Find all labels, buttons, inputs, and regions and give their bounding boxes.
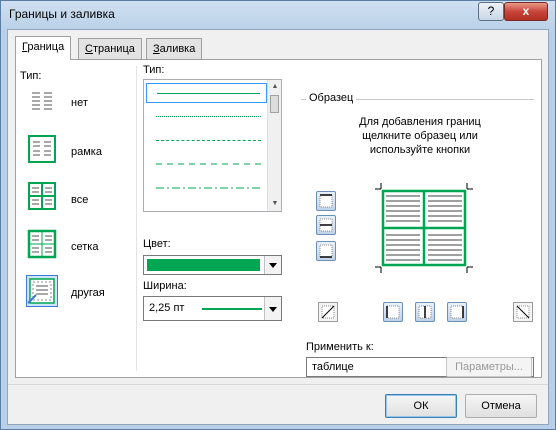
border-top-icon [319, 194, 333, 208]
preview-label: Образец [306, 92, 357, 104]
border-custom-icon [27, 278, 55, 304]
border-diagonal-up-icon [321, 305, 335, 319]
title-bar: Границы и заливка ? x [1, 1, 555, 29]
setting-custom-button[interactable] [26, 275, 58, 307]
setting-grid-button[interactable] [26, 228, 58, 260]
width-value: 2,25 пт [149, 302, 185, 314]
border-left-icon [386, 305, 400, 319]
diagonal-up-border-button[interactable] [318, 302, 338, 322]
apply-to-label: Применить к: [306, 341, 374, 353]
table-preview-icon [375, 183, 473, 273]
diagonal-down-border-button[interactable] [513, 302, 533, 322]
dialog-window: Границы и заливка ? x Граница Страница З… [0, 0, 556, 430]
inside-horizontal-border-button[interactable] [316, 215, 336, 235]
tab-shading[interactable]: Заливка [146, 38, 203, 59]
close-button[interactable]: x [504, 2, 548, 21]
border-box-icon [28, 135, 56, 163]
setting-none-label: нет [71, 97, 88, 109]
color-swatch [147, 259, 260, 271]
color-dropdown[interactable] [143, 255, 282, 275]
setting-custom-label: другая [71, 287, 105, 299]
border-grid-icon [27, 229, 57, 259]
width-label: Ширина: [143, 280, 187, 292]
tab-borders[interactable]: Граница [15, 36, 72, 60]
footer-separator [8, 384, 548, 385]
options-button[interactable]: Параметры... [446, 357, 532, 377]
line-style-small-dash[interactable] [146, 131, 267, 151]
chevron-down-icon[interactable] [264, 256, 281, 274]
border-preview-sample[interactable] [374, 182, 474, 274]
setting-label: Тип: [20, 70, 42, 82]
scroll-thumb[interactable] [270, 95, 279, 113]
line-style-dash[interactable] [146, 155, 267, 175]
line-style-dotted[interactable] [146, 107, 267, 127]
line-style-dash-dot[interactable] [146, 179, 267, 199]
bottom-border-button[interactable] [316, 241, 336, 261]
line-style-sample [156, 116, 261, 117]
tab-page-border[interactable]: Страница [78, 38, 142, 59]
border-inside-horizontal-icon [319, 218, 333, 232]
border-none-icon [32, 92, 52, 110]
setting-box-label: рамка [71, 146, 102, 158]
line-style-list[interactable]: ▲ ▼ [143, 79, 282, 212]
apply-to-value: таблице [312, 361, 354, 373]
width-dropdown[interactable]: 2,25 пт [143, 296, 282, 321]
window-title: Границы и заливка [9, 7, 115, 21]
right-border-button[interactable] [447, 302, 467, 322]
border-right-icon [450, 305, 464, 319]
setting-grid-label: сетка [71, 241, 99, 253]
chevron-down-icon[interactable] [264, 297, 281, 320]
borders-tab-panel: Тип: нет рамка все сетка другая Тип: ▲ ▼… [15, 59, 542, 378]
border-bottom-icon [319, 244, 333, 258]
line-style-sample [156, 187, 261, 189]
cancel-button[interactable]: Отмена [465, 394, 537, 418]
scroll-down-icon[interactable]: ▼ [268, 197, 282, 211]
line-style-sample [156, 140, 261, 141]
inside-vertical-border-button[interactable] [415, 302, 435, 322]
line-style-sample [156, 163, 261, 165]
line-style-solid[interactable] [146, 83, 267, 103]
style-label: Тип: [143, 64, 165, 76]
setting-all-label: все [71, 194, 89, 206]
left-border-button[interactable] [383, 302, 403, 322]
column-divider [136, 66, 137, 371]
color-label: Цвет: [143, 238, 171, 250]
setting-none-button[interactable] [26, 86, 58, 118]
scroll-up-icon[interactable]: ▲ [268, 80, 282, 94]
help-button[interactable]: ? [478, 2, 504, 21]
line-style-sample [157, 93, 260, 94]
preview-hint: Для добавления границ щелкните образец и… [359, 116, 481, 156]
border-diagonal-down-icon [516, 305, 530, 319]
dialog-client: Граница Страница Заливка Тип: нет рамка … [7, 29, 549, 425]
border-all-icon [28, 182, 56, 210]
width-sample-line [202, 308, 262, 310]
setting-all-button[interactable] [26, 180, 58, 212]
ok-button[interactable]: ОК [385, 394, 457, 418]
border-inside-vertical-icon [418, 305, 432, 319]
setting-box-button[interactable] [26, 133, 58, 165]
top-border-button[interactable] [316, 191, 336, 211]
style-list-scrollbar[interactable]: ▲ ▼ [267, 80, 281, 211]
